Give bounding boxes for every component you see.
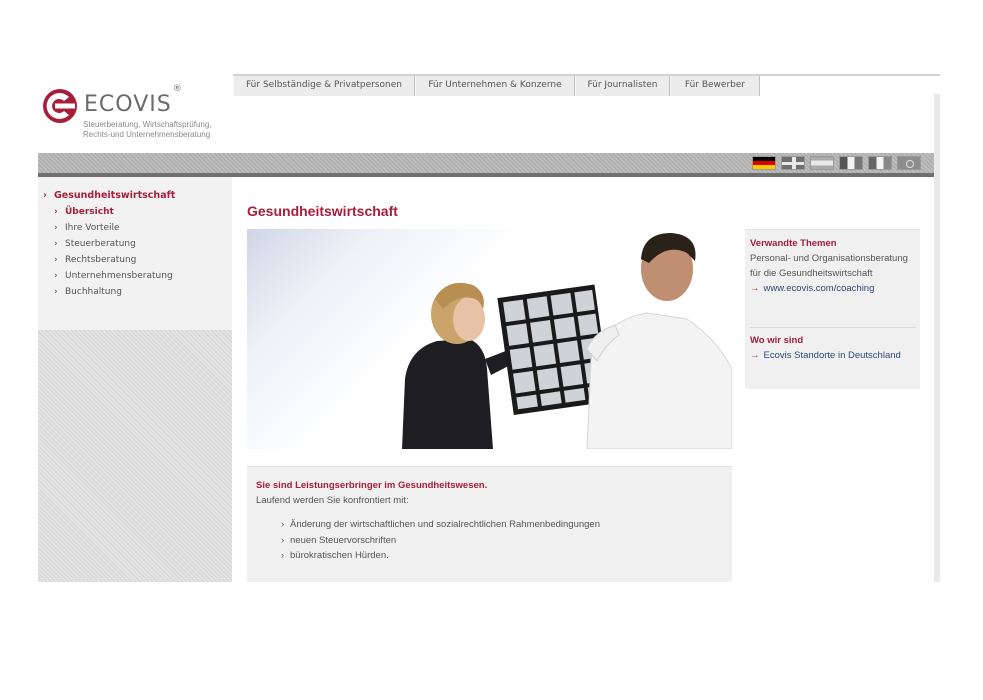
sidebar-section-gesundheitswirtschaft[interactable]: › Gesundheitswirtschaft: [43, 190, 175, 201]
related-topics-heading: Verwandte Themen: [750, 238, 837, 249]
ecovis-logo-mark-icon: [43, 89, 77, 123]
chevron-right-icon: ›: [281, 519, 285, 530]
logo-tagline: Steuerberatung, Wirtschaftsprüfung, Rech…: [83, 120, 212, 139]
arrow-right-icon: →: [750, 283, 760, 294]
related-topics-box: Verwandte Themen Personal- und Organisat…: [745, 229, 920, 389]
top-navigation: Für Selbständige & Privatpersonen Für Un…: [233, 74, 940, 96]
tab-journalisten[interactable]: Für Journalisten: [575, 76, 670, 96]
page-title: Gesundheitswirtschaft: [247, 203, 398, 219]
tab-unternehmen[interactable]: Für Unternehmen & Konzerne: [415, 76, 575, 96]
japanese-flag-icon[interactable]: [897, 156, 921, 170]
chevron-right-icon: ›: [54, 287, 58, 297]
tab-bewerber[interactable]: Für Bewerber: [670, 76, 760, 96]
spanish-flag-icon[interactable]: [810, 156, 834, 170]
divider: [750, 327, 916, 328]
french-flag-icon[interactable]: [839, 156, 863, 170]
info-heading: Sie sind Leistungserbringer im Gesundhei…: [256, 480, 488, 491]
hero-image: [247, 229, 732, 449]
chevron-right-icon: ›: [281, 534, 285, 546]
list-item: › Änderung der wirtschaftlichen und sozia…: [281, 519, 601, 530]
uk-flag-icon[interactable]: [781, 156, 805, 170]
locations-link[interactable]: → Ecovis Standorte in Deutschland: [750, 350, 901, 361]
german-flag-icon[interactable]: [752, 156, 776, 170]
list-item: › bürokratischen Hürden.: [281, 550, 389, 561]
info-intro: Laufend werden Sie konfrontiert mit:: [256, 495, 409, 506]
chevron-right-icon: ›: [281, 550, 285, 561]
coaching-link[interactable]: → www.ecovis.com/coaching: [750, 283, 874, 294]
sidebar-item-unternehmensberatung[interactable]: › Unternehmensberatung: [54, 271, 173, 281]
chevron-right-icon: ›: [54, 223, 58, 233]
ecovis-logo[interactable]: ECOVIS® Steuerberatung, Wirtschaftsprüfu…: [42, 83, 232, 142]
sidebar-pattern: [38, 330, 232, 582]
sidebar-item-ihre-vorteile[interactable]: › Ihre Vorteile: [54, 223, 120, 233]
sidebar-item-buchhaltung[interactable]: › Buchhaltung: [54, 287, 122, 297]
info-panel: Sie sind Leistungserbringer im Gesundhei…: [247, 466, 732, 582]
xray-consultation-illustration: [402, 233, 732, 449]
chevron-right-icon: ›: [54, 207, 58, 217]
locations-heading: Wo wir sind: [750, 335, 804, 346]
right-rail: [934, 94, 940, 582]
related-topics-text: Personal- und Organisationsberatung für …: [750, 253, 908, 279]
info-bullet-list: › Änderung der wirtschaftlichen und sozia…: [281, 519, 600, 566]
chevron-right-icon: ›: [54, 271, 58, 281]
language-selector: [752, 156, 922, 170]
sidebar-item-rechtsberatung[interactable]: › Rechtsberatung: [54, 255, 136, 265]
sidebar-item-uebersicht[interactable]: › Übersicht: [54, 207, 114, 217]
chevron-right-icon: ›: [54, 255, 58, 265]
page: ECOVIS® Steuerberatung, Wirtschaftsprüfu…: [38, 0, 940, 582]
sidebar: › Gesundheitswirtschaft › Übersicht › Ihre …: [38, 177, 232, 330]
tab-selbstaendige[interactable]: Für Selbständige & Privatpersonen: [233, 76, 415, 96]
sidebar-item-steuerberatung[interactable]: › Steuerberatung: [54, 239, 136, 249]
chevron-right-icon: ›: [54, 239, 58, 249]
arrow-right-icon: →: [750, 350, 760, 361]
list-item: › neuen Steuervorschriften: [281, 534, 397, 546]
chevron-right-icon: ›: [43, 190, 47, 201]
logo-wordmark: ECOVIS®: [84, 83, 183, 117]
italian-flag-icon[interactable]: [868, 156, 892, 170]
